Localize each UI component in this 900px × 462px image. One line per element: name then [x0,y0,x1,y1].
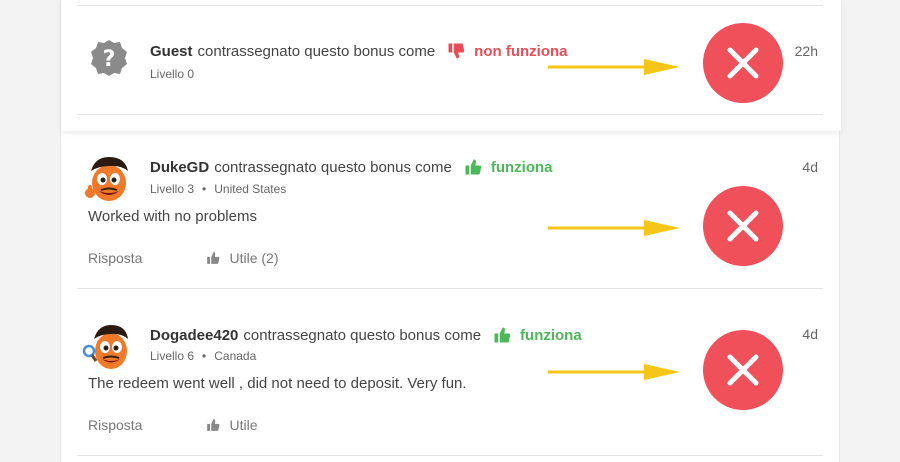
review-actions: Risposta Utile (2) [88,250,278,266]
divider [77,288,823,289]
useful-button[interactable]: Utile [206,417,257,433]
review-meta: Livello 6 • Canada [150,349,256,363]
user-country: United States [214,182,287,196]
user-country: Canada [214,349,257,363]
guest-avatar-icon: ? [87,36,131,80]
verdict-label: non funziona [474,42,568,60]
action-text: contrassegnato questo bonus come [214,158,452,176]
action-text: contrassegnato questo bonus come [197,42,436,60]
action-text: contrassegnato questo bonus come [243,326,482,344]
yellow-arrow-icon [548,364,680,380]
review-meta: Livello 3 • United States [150,182,286,196]
divider [77,114,823,115]
cartoon-avatar[interactable] [81,319,137,375]
separator-dot: • [202,182,207,196]
thumbs-up-icon [494,327,511,343]
thumbs-up-icon [207,419,220,431]
red-x-circle-icon [703,330,783,410]
review-actions: Risposta Utile [88,417,257,433]
reply-button[interactable]: Risposta [88,417,142,433]
user-level: Livello 6 [150,349,195,363]
verdict-badge: funziona [464,158,553,176]
user-name[interactable]: Guest [150,43,193,60]
thumbs-down-icon [448,43,465,59]
reply-button[interactable]: Risposta [88,250,142,266]
review-time: 22h [794,43,818,59]
review-comment: Worked with no problems [88,208,257,225]
verdict-badge: non funziona [447,42,567,60]
cartoon-avatar[interactable] [81,151,137,207]
red-x-circle-icon [703,186,783,266]
verdict-badge: funziona [493,326,582,344]
review-header: Guest contrassegnato questo bonus come n… [150,42,567,60]
review-meta: Livello 0 [150,67,194,81]
user-level: Livello 3 [150,182,195,196]
useful-label: Utile (2) [229,250,279,266]
user-level: Livello 0 [150,67,195,81]
user-name[interactable]: DukeGD [150,159,209,176]
verdict-label: funziona [520,326,582,344]
thumbs-up-icon [207,252,220,264]
review-comment: The redeem went well , did not need to d… [88,375,467,392]
red-x-circle-icon [703,23,783,103]
useful-button[interactable]: Utile (2) [206,250,278,266]
yellow-arrow-icon [548,59,680,75]
review-header: DukeGD contrassegnato questo bonus come … [150,158,553,176]
useful-label: Utile [229,417,258,433]
review-time: 4d [802,326,818,342]
verdict-label: funziona [490,158,553,176]
divider [77,455,823,456]
svg-text:?: ? [103,47,116,72]
user-name[interactable]: Dogadee420 [150,327,238,344]
separator-dot: • [202,349,207,363]
review-header: Dogadee420 contrassegnato questo bonus c… [150,326,582,344]
yellow-arrow-icon [548,220,680,236]
review-time: 4d [802,159,818,175]
thumbs-up-icon [465,159,482,175]
